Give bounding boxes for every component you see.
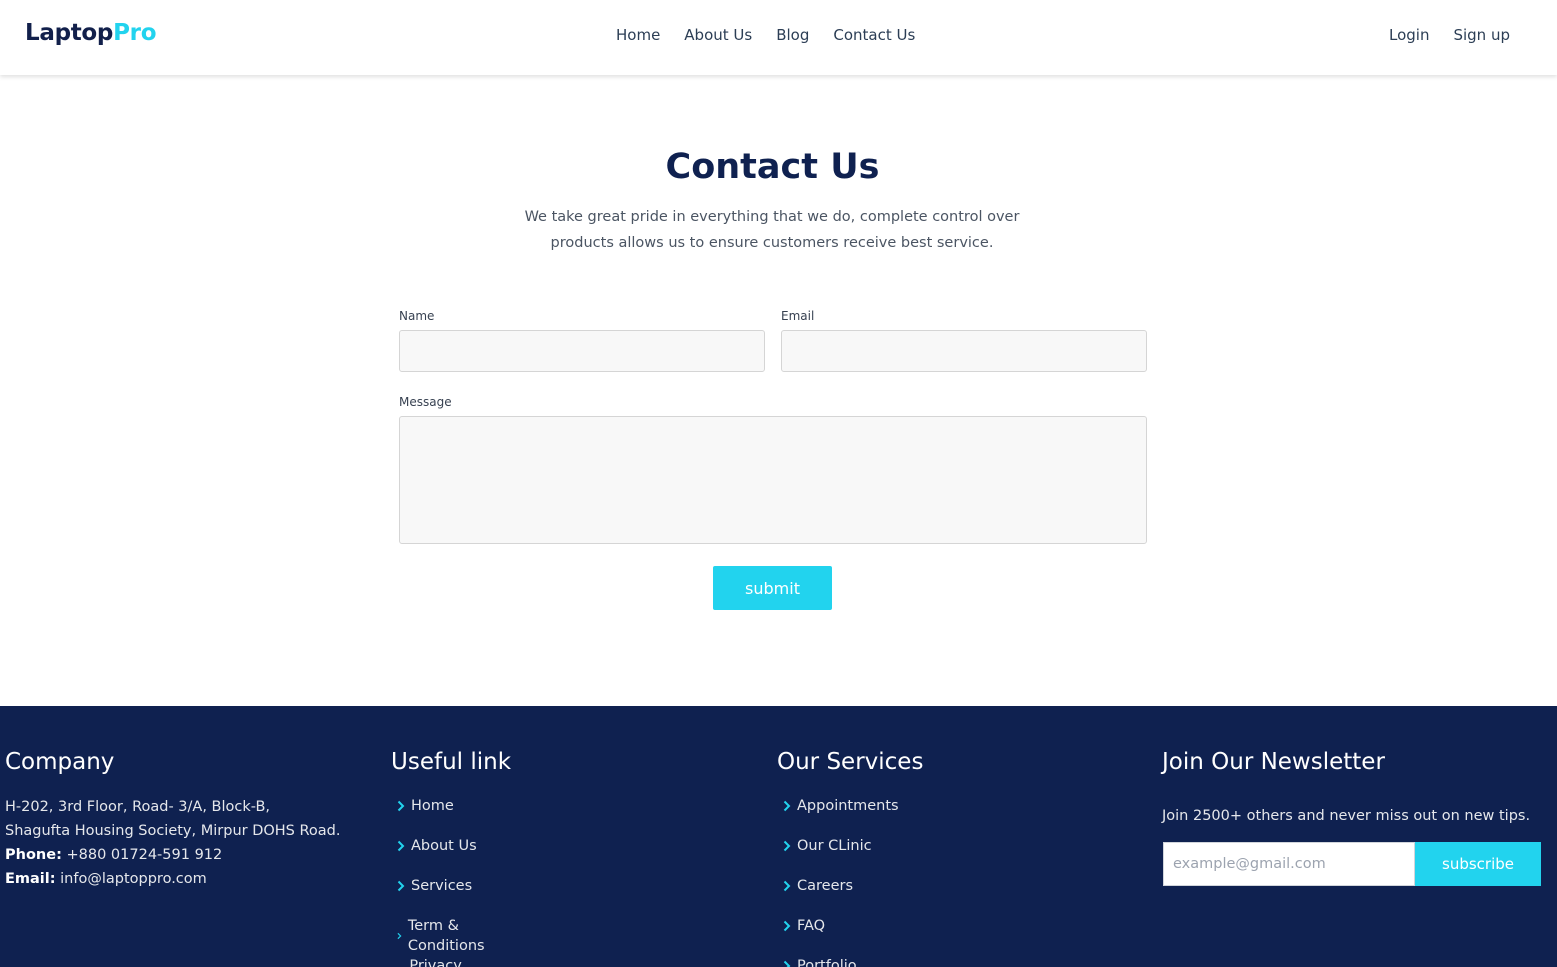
footer-link-about-us[interactable]: About Us (397, 836, 477, 856)
list-item: Home (397, 796, 488, 836)
email-label: Email (781, 309, 815, 323)
service-link-appointments[interactable]: Appointments (783, 796, 899, 816)
footer-link-label: Services (411, 878, 473, 894)
footer-link-label: Term & Conditions (407, 918, 485, 954)
footer-link-home[interactable]: Home (397, 796, 454, 816)
company-info: H-202, 3rd Floor, Road- 3/A, Block-B, Sh… (5, 795, 365, 891)
list-item: Privacy Police (397, 956, 488, 967)
name-input[interactable] (399, 330, 765, 372)
footer-link-label: About Us (411, 838, 477, 854)
nav-contact-us[interactable]: Contact Us (833, 25, 915, 45)
chevron-right-icon (397, 840, 405, 852)
chevron-right-icon (397, 932, 402, 940)
submit-button[interactable]: submit (713, 566, 832, 610)
email-value[interactable]: info@laptoppro.com (60, 871, 207, 887)
page-description: We take great pride in everything that w… (522, 204, 1022, 256)
service-link-label: Portfolio (797, 958, 857, 967)
list-item: Appointments (783, 796, 899, 836)
nav-home[interactable]: Home (616, 25, 660, 45)
email-input[interactable] (781, 330, 1147, 372)
login-link[interactable]: Login (1389, 25, 1429, 45)
footer-link-terms[interactable]: Term & Conditions (397, 916, 488, 956)
chevron-right-icon (397, 800, 405, 812)
logo-text-accent: Pro (113, 20, 157, 46)
address-line-1: H-202, 3rd Floor, Road- 3/A, Block-B, (5, 799, 271, 815)
phone-label: Phone: (5, 847, 62, 863)
list-item: Careers (783, 876, 899, 916)
useful-links-list: Home About Us Services Term & Conditions… (397, 796, 488, 967)
phone-value: +880 01724-591 912 (66, 847, 223, 863)
service-link-label: Appointments (797, 798, 899, 814)
signup-link[interactable]: Sign up (1453, 25, 1510, 45)
list-item: Services (397, 876, 488, 916)
chevron-right-icon (783, 840, 791, 852)
chevron-right-icon (783, 920, 791, 932)
message-textarea[interactable] (399, 416, 1147, 544)
footer-link-services[interactable]: Services (397, 876, 472, 896)
footer-newsletter-title: Join Our Newsletter (1162, 749, 1385, 775)
service-link-clinic[interactable]: Our CLinic (783, 836, 872, 856)
service-link-label: Our CLinic (797, 838, 872, 854)
footer-link-privacy[interactable]: Privacy Police (397, 956, 488, 967)
site-footer: Company H-202, 3rd Floor, Road- 3/A, Blo… (0, 706, 1557, 967)
service-link-faq[interactable]: FAQ (783, 916, 825, 936)
service-link-careers[interactable]: Careers (783, 876, 853, 896)
list-item: Our CLinic (783, 836, 899, 876)
main-nav: Home About Us Blog Contact Us (616, 25, 915, 45)
auth-links: Login Sign up (1389, 25, 1510, 45)
service-link-label: Careers (797, 878, 854, 894)
chevron-right-icon (783, 880, 791, 892)
list-item: About Us (397, 836, 488, 876)
description-line-2: products allows us to ensure customers r… (550, 235, 994, 251)
description-line-1: We take great pride in everything that w… (524, 209, 1020, 225)
services-list: Appointments Our CLinic Careers FAQ Port… (783, 796, 899, 967)
email-label: Email: (5, 871, 56, 887)
page-title: Contact Us (665, 147, 880, 187)
chevron-right-icon (783, 960, 791, 967)
footer-link-label: Privacy Police (409, 958, 462, 967)
nav-about-us[interactable]: About Us (684, 25, 752, 45)
subscribe-button[interactable]: subscribe (1415, 842, 1541, 886)
service-link-label: FAQ (797, 918, 826, 934)
footer-services-title: Our Services (777, 749, 924, 775)
name-label: Name (399, 309, 435, 323)
list-item: FAQ (783, 916, 899, 956)
chevron-right-icon (783, 800, 791, 812)
list-item: Term & Conditions (397, 916, 488, 956)
message-label: Message (399, 395, 452, 409)
nav-blog[interactable]: Blog (776, 25, 809, 45)
site-header: LaptopPro Home About Us Blog Contact Us … (0, 0, 1557, 75)
footer-link-label: Home (411, 798, 454, 814)
logo-text-primary: Laptop (25, 20, 114, 46)
footer-useful-links-title: Useful link (391, 749, 512, 775)
footer-company-title: Company (5, 749, 115, 775)
newsletter-email-input[interactable] (1163, 842, 1415, 886)
newsletter-text: Join 2500+ others and never miss out on … (1162, 808, 1531, 824)
service-link-portfolio[interactable]: Portfolio (783, 956, 857, 967)
list-item: Portfolio (783, 956, 899, 967)
address-line-2: Shagufta Housing Society, Mirpur DOHS Ro… (5, 823, 341, 839)
logo[interactable]: LaptopPro (25, 20, 157, 46)
chevron-right-icon (397, 880, 405, 892)
